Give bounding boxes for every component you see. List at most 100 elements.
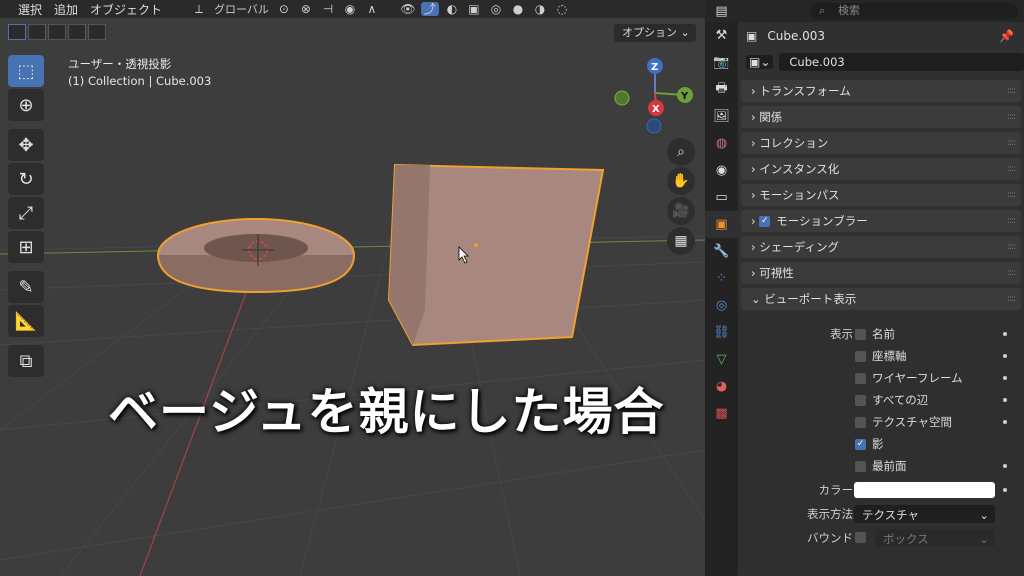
properties-tabs: ▤ ⚒ 📷 🖶 🖼 ◍ ◉ ▭ ▣ 🔧 ⁘ ◎ ⛓ ▽ ◕ ▩ <box>705 0 738 576</box>
measure-tool-icon[interactable]: 📐 <box>8 305 44 337</box>
falloff-icon[interactable]: ∧ <box>363 2 381 16</box>
rotate-tool-icon[interactable]: ↻ <box>8 163 44 195</box>
texture-space-checkbox[interactable] <box>855 417 866 428</box>
menu-select[interactable]: 選択 <box>12 1 48 18</box>
zoom-icon[interactable]: ⌕ <box>667 138 695 166</box>
show-name-checkbox[interactable] <box>855 329 866 340</box>
panel-transform[interactable]: › トランスフォーム:::: <box>741 80 1021 102</box>
modifier-tab-icon[interactable]: 🔧 <box>705 238 738 265</box>
select-invert-icon[interactable] <box>68 24 86 40</box>
view-layer-tab-icon[interactable]: 🖼 <box>705 103 738 130</box>
orientation-icon: ⟂ <box>195 2 204 16</box>
show-all-edges-row: すべての辺 <box>741 390 1021 410</box>
shadow-checkbox[interactable]: ✓ <box>855 439 866 450</box>
options-dropdown[interactable]: オプション ⌄ <box>614 24 696 42</box>
xray-icon[interactable]: ▣ <box>465 2 483 16</box>
tool-shelf: ⬚ ⊕ ✥ ↻ ⤢ ⊞ ✎ 📐 ⧉ <box>8 55 50 379</box>
bounds-type-dropdown[interactable]: ボックス ⌄ <box>875 529 995 547</box>
panel-visibility[interactable]: › 可視性:::: <box>741 262 1021 284</box>
select-new-icon[interactable] <box>8 24 26 40</box>
in-front-checkbox[interactable] <box>855 461 866 472</box>
view-name: ユーザー・透視投影 <box>68 57 172 71</box>
gizmo-y-label: Y <box>680 91 689 102</box>
render-tab-icon[interactable]: 📷 <box>705 49 738 76</box>
output-tab-icon[interactable]: 🖶 <box>705 76 738 103</box>
constraints-tab-icon[interactable]: ⛓ <box>705 319 738 346</box>
display-as-dropdown[interactable]: テクスチャ ⌄ <box>854 505 995 523</box>
overlay-icon[interactable]: ◐ <box>443 2 461 16</box>
viewport-display-body: 表示 名前 座標軸 ワイヤーフレーム すべての辺 テクスチャ空間 ✓ 影 最前面 … <box>741 314 1021 568</box>
bounds-checkbox[interactable] <box>855 532 866 543</box>
proportional-edit-icon[interactable]: ◉ <box>341 2 359 16</box>
object-browse-icon[interactable]: ▣⌄ <box>746 55 774 69</box>
ortho-grid-icon[interactable]: ▦ <box>667 227 695 255</box>
show-all-edges-checkbox[interactable] <box>855 395 866 406</box>
transform-orientation-dropdown[interactable]: グローバル <box>214 1 269 17</box>
in-front-row: 最前面 <box>741 456 1021 476</box>
scale-tool-icon[interactable]: ⤢ <box>8 197 44 229</box>
3d-viewport[interactable]: Z Y X 選択 追加 オブジェクト ⟂ グローバル ⊙ ⊗ ⊣ ◉ ∧ 👁 ⤴… <box>0 0 705 576</box>
bounds-row: バウンド ボックス ⌄ <box>741 528 1021 548</box>
camera-view-icon[interactable]: 🎥 <box>667 197 695 225</box>
gizmo-toggle-icon[interactable]: ⤴ <box>420 2 439 16</box>
world-tab-icon[interactable]: ◉ <box>705 157 738 184</box>
object-name-field[interactable]: Cube.003 <box>779 53 1024 71</box>
tool-tab-icon[interactable]: ⚒ <box>705 22 738 49</box>
color-swatch[interactable] <box>854 482 995 498</box>
cursor-tool-icon[interactable]: ⊕ <box>8 89 44 121</box>
collection-object-line: (1) Collection | Cube.003 <box>68 74 212 88</box>
rendered-shading-icon[interactable]: ◌ <box>553 2 571 16</box>
physics-tab-icon[interactable]: ◎ <box>705 292 738 319</box>
collection-tab-icon[interactable]: ▭ <box>705 184 738 211</box>
pivot-icon[interactable]: ⊙ <box>275 2 293 16</box>
gizmo-x-label: X <box>652 104 660 115</box>
search-input[interactable]: ⌕ 検索 <box>810 3 1018 19</box>
panel-viewport-display[interactable]: ⌄ ビューポート表示:::: <box>741 288 1021 310</box>
material-shading-icon[interactable]: ◑ <box>531 2 549 16</box>
menu-add[interactable]: 追加 <box>48 1 84 18</box>
select-extend-icon[interactable] <box>28 24 46 40</box>
panel-motion-paths[interactable]: › モーションパス:::: <box>741 184 1021 206</box>
show-name-row: 表示 名前 <box>741 324 1021 344</box>
pan-hand-icon[interactable]: ✋ <box>667 167 695 195</box>
panel-motion-blur[interactable]: › ✓ モーションブラー:::: <box>741 210 1021 232</box>
panel-shading[interactable]: › シェーディング:::: <box>741 236 1021 258</box>
annotate-tool-icon[interactable]: ✎ <box>8 271 44 303</box>
object-tab-icon[interactable]: ▣ <box>705 211 738 238</box>
select-subtract-icon[interactable] <box>48 24 66 40</box>
editor-type-icon[interactable]: ▤ <box>705 0 738 22</box>
snap-icon[interactable]: ⊗ <box>297 2 315 16</box>
object-header: ▣ Cube.003 📌 <box>738 22 1024 50</box>
panel-collections[interactable]: › コレクション:::: <box>741 132 1021 154</box>
show-axes-row: 座標軸 <box>741 346 1021 366</box>
wireframe-shading-icon[interactable]: ◎ <box>487 2 505 16</box>
move-tool-icon[interactable]: ✥ <box>8 129 44 161</box>
motion-blur-checkbox[interactable]: ✓ <box>759 216 771 227</box>
scene-tab-icon[interactable]: ◍ <box>705 130 738 157</box>
object-icon: ▣ <box>746 29 758 43</box>
material-tab-icon[interactable]: ◕ <box>705 373 738 400</box>
pin-icon[interactable]: 📌 <box>999 29 1014 43</box>
add-cube-tool-icon[interactable]: ⧉ <box>8 345 44 377</box>
panel-relations[interactable]: › 関係:::: <box>741 106 1021 128</box>
object-name-row: ▣⌄ Cube.003 <box>738 50 1024 74</box>
shadow-row: ✓ 影 <box>855 437 884 451</box>
selection-mode-buttons <box>8 24 106 40</box>
show-axes-checkbox[interactable] <box>855 351 866 362</box>
texture-tab-icon[interactable]: ▩ <box>705 400 738 427</box>
navigation-gizmo: Z Y X <box>614 58 693 134</box>
snap-target-icon[interactable]: ⊣ <box>319 2 337 16</box>
transform-tool-icon[interactable]: ⊞ <box>8 231 44 263</box>
panel-instancing[interactable]: › インスタンス化:::: <box>741 158 1021 180</box>
menu-object[interactable]: オブジェクト <box>84 1 168 18</box>
solid-shading-icon[interactable]: ● <box>509 2 527 16</box>
data-tab-icon[interactable]: ▽ <box>705 346 738 373</box>
particles-tab-icon[interactable]: ⁘ <box>705 265 738 292</box>
show-wireframe-checkbox[interactable] <box>855 373 866 384</box>
visibility-icon[interactable]: 👁 <box>399 2 417 16</box>
color-row: カラー <box>741 480 1021 500</box>
search-icon: ⌕ <box>819 4 826 17</box>
texture-space-row: テクスチャ空間 <box>741 412 1021 432</box>
select-intersect-icon[interactable] <box>88 24 106 40</box>
select-box-tool-icon[interactable]: ⬚ <box>8 55 44 87</box>
